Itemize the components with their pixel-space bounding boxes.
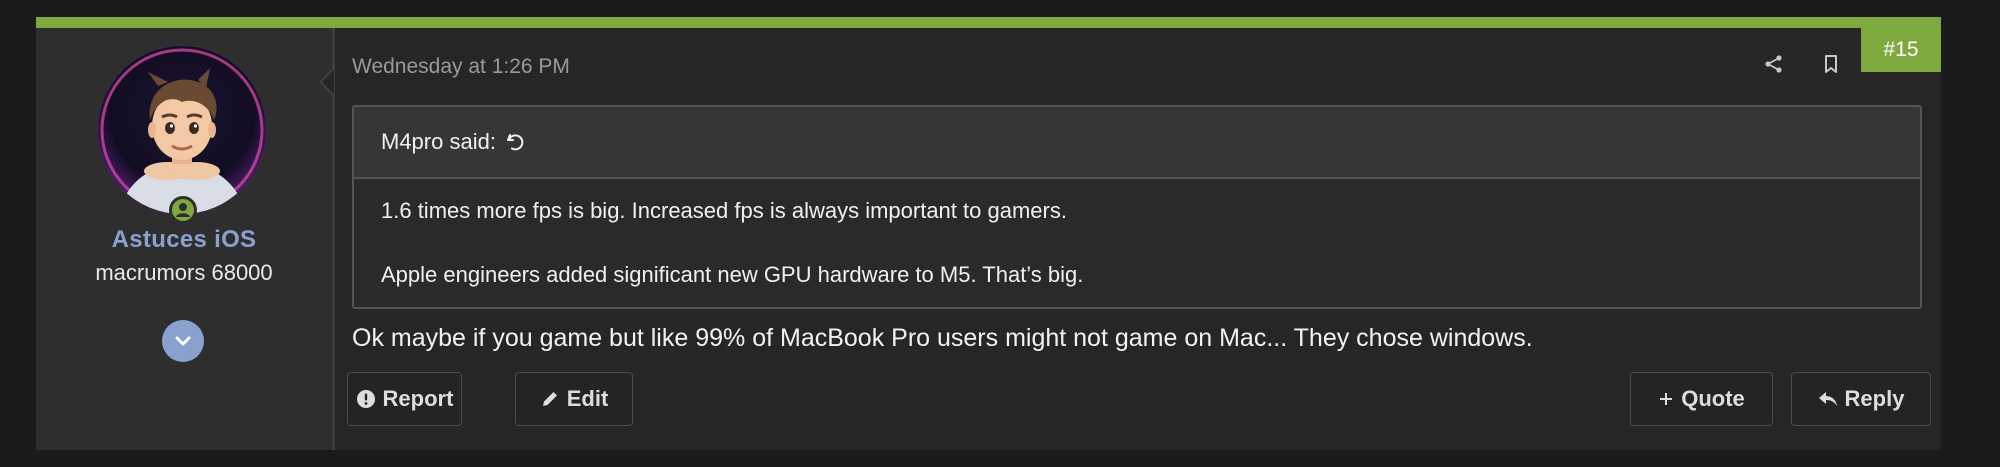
report-icon <box>356 389 376 409</box>
reply-icon <box>1818 390 1838 408</box>
reply-label: Reply <box>1844 386 1905 411</box>
user-online-icon <box>169 196 197 224</box>
share-button[interactable] <box>1758 48 1790 80</box>
edit-label: Edit <box>566 386 609 411</box>
post-number-link[interactable]: #15 <box>1861 28 1941 72</box>
edit-button[interactable]: Edit <box>515 372 633 426</box>
report-label: Report <box>382 386 454 411</box>
quote-block: M4pro said: 1.6 times more fps is big. I… <box>352 105 1922 309</box>
bookmark-button[interactable] <box>1815 48 1847 80</box>
quote-line: Apple engineers added significant new GP… <box>381 262 1084 287</box>
quote-content: 1.6 times more fps is big. Increased fps… <box>354 179 1920 290</box>
memoji-avatar-image <box>100 48 264 214</box>
chevron-down-icon <box>175 336 191 346</box>
quote-label: Quote <box>1681 386 1745 411</box>
share-icon <box>1765 55 1782 73</box>
post-author-sidebar: Astuces iOS macrumors 68000 <box>36 28 335 450</box>
quote-line: 1.6 times more fps is big. Increased fps… <box>381 198 1067 223</box>
message-pointer-inner <box>322 70 334 94</box>
user-avatar[interactable] <box>98 46 266 214</box>
quote-button[interactable]: Quote <box>1630 372 1773 426</box>
reply-button[interactable]: Reply <box>1791 372 1931 426</box>
bookmark-icon <box>1825 55 1837 73</box>
post-timestamp[interactable]: Wednesday at 1:26 PM <box>352 55 570 79</box>
forum-post: Astuces iOS macrumors 68000 Wednesday at… <box>36 17 1941 450</box>
go-to-original-icon[interactable] <box>506 132 524 152</box>
report-button[interactable]: Report <box>347 372 462 426</box>
pencil-icon <box>540 389 560 409</box>
post-message: Ok maybe if you game but like 99% of Mac… <box>352 324 1533 352</box>
quote-header: M4pro said: <box>354 107 1920 179</box>
user-title: macrumors 68000 <box>95 260 273 285</box>
plus-icon <box>1658 391 1674 407</box>
quote-author[interactable]: M4pro said: <box>381 129 496 155</box>
expand-user-info-button[interactable] <box>162 320 204 362</box>
username-link[interactable]: Astuces iOS <box>36 226 332 254</box>
